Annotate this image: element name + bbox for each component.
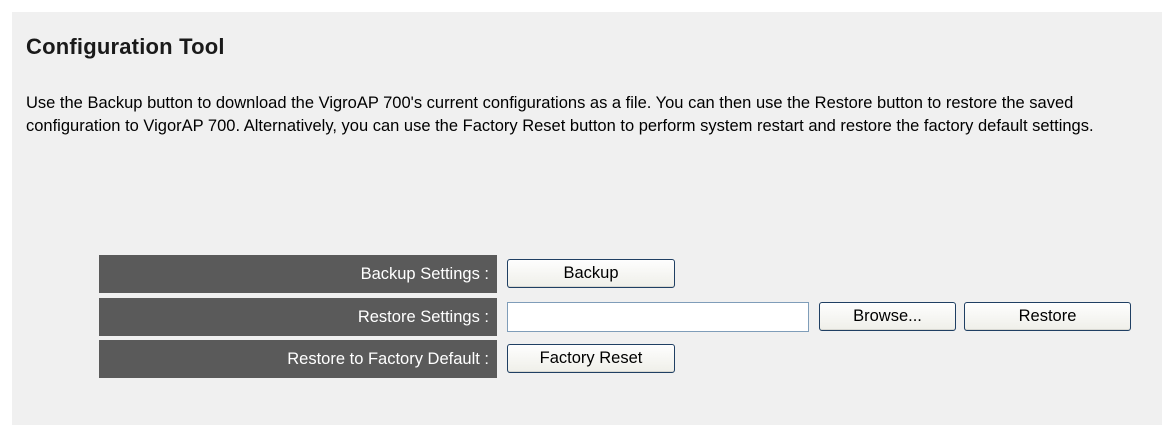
configuration-panel: Configuration Tool Use the Backup button… xyxy=(12,12,1162,425)
factory-reset-button[interactable]: Factory Reset xyxy=(507,344,675,373)
restore-settings-controls: Browse... Restore xyxy=(497,298,1131,336)
backup-settings-row: Backup Settings : Backup xyxy=(99,255,1121,293)
factory-default-controls: Factory Reset xyxy=(497,340,1121,378)
backup-settings-label: Backup Settings : xyxy=(99,255,497,293)
backup-button[interactable]: Backup xyxy=(507,259,675,288)
restore-settings-row: Restore Settings : Browse... Restore xyxy=(99,298,1131,336)
restore-file-input[interactable] xyxy=(507,302,809,332)
restore-settings-label: Restore Settings : xyxy=(99,298,497,336)
browse-button[interactable]: Browse... xyxy=(819,302,956,331)
factory-default-row: Restore to Factory Default : Factory Res… xyxy=(99,340,1121,378)
backup-settings-controls: Backup xyxy=(497,255,1121,293)
factory-default-label: Restore to Factory Default : xyxy=(99,340,497,378)
page-title: Configuration Tool xyxy=(26,34,225,59)
page-description: Use the Backup button to download the Vi… xyxy=(26,94,1094,135)
restore-button[interactable]: Restore xyxy=(964,302,1131,331)
